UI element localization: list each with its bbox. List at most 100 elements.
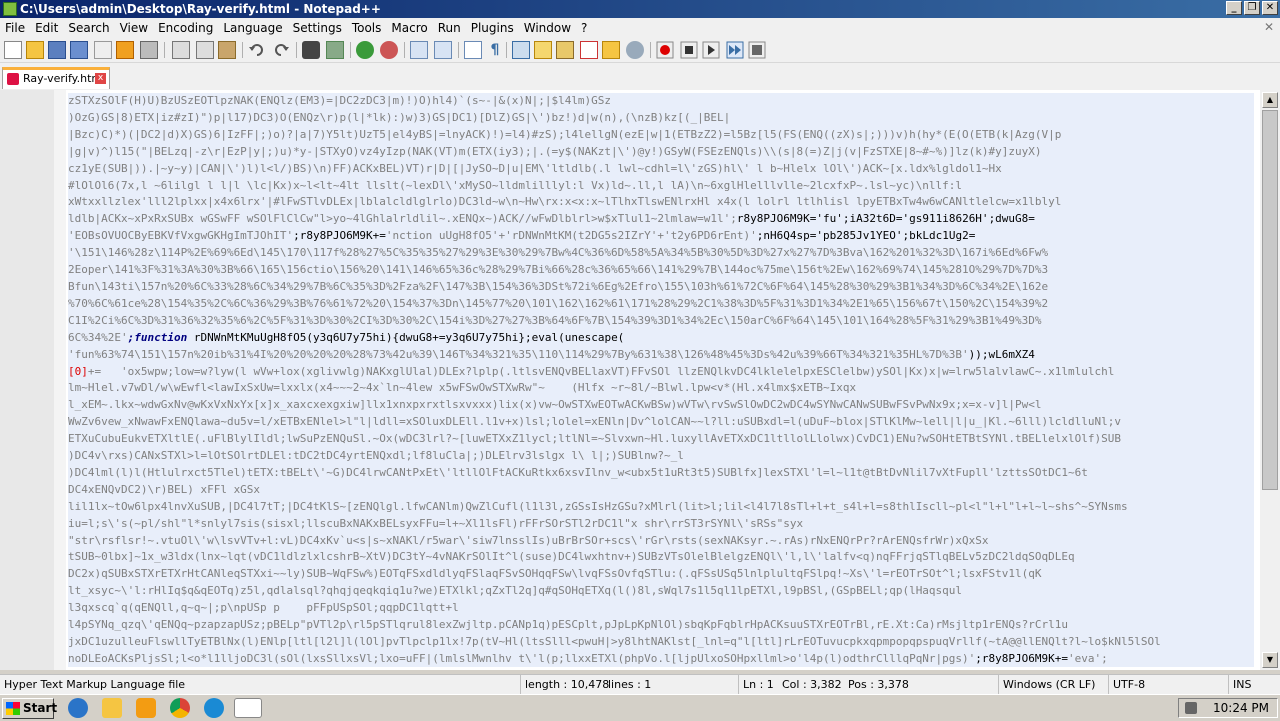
menu-plugins[interactable]: Plugins bbox=[466, 18, 519, 38]
media-player-icon[interactable] bbox=[136, 698, 156, 718]
menu-language[interactable]: Language bbox=[218, 18, 287, 38]
close-icon[interactable] bbox=[94, 41, 112, 59]
notepadpp-app-icon[interactable] bbox=[3, 2, 17, 16]
copy-icon[interactable] bbox=[196, 41, 214, 59]
maximize-button[interactable]: ❐ bbox=[1244, 1, 1260, 15]
udl-icon[interactable] bbox=[534, 41, 552, 59]
scroll-thumb[interactable] bbox=[1262, 110, 1278, 490]
code-string: 'fun%63%74\151\157n%20ib%31%4I%20%20%20%… bbox=[68, 347, 969, 361]
vertical-scrollbar[interactable]: ▲ ▼ bbox=[1260, 90, 1280, 670]
menu-view[interactable]: View bbox=[115, 18, 153, 38]
print-icon[interactable] bbox=[140, 41, 158, 59]
menu-file[interactable]: File bbox=[0, 18, 30, 38]
code-line: cz1yE(SUB|)).|~y~y)|CAN|\')l)l<l/)BS)\n)… bbox=[68, 161, 1002, 175]
all-chars-icon[interactable]: ¶ bbox=[486, 41, 504, 59]
zoom-in-icon[interactable] bbox=[356, 41, 374, 59]
menu-encoding[interactable]: Encoding bbox=[153, 18, 218, 38]
play-macro-icon[interactable] bbox=[702, 41, 720, 59]
tab-label: Ray-verify.html bbox=[23, 72, 106, 85]
notepadpp-icon[interactable] bbox=[234, 698, 262, 718]
menu-help[interactable]: ? bbox=[576, 18, 592, 38]
cut-icon[interactable] bbox=[172, 41, 190, 59]
indent-guide-icon[interactable] bbox=[512, 41, 530, 59]
code-line: l_xEM~.lkx~wdwGxNv@wKxVxNxYx[x]x_xaxcxex… bbox=[68, 398, 1042, 412]
code-var: ;nH6Q4sp='pb285Jv1YEO' bbox=[756, 229, 903, 243]
save-all-icon[interactable] bbox=[70, 41, 88, 59]
code-line: DC2x)qSUBxSTXrETXrHtCANleqSTXxi~~ly)SUB~… bbox=[68, 567, 1042, 581]
menu-macro[interactable]: Macro bbox=[386, 18, 432, 38]
word-wrap-icon[interactable] bbox=[464, 41, 482, 59]
doc-map-icon[interactable] bbox=[556, 41, 574, 59]
chrome-icon[interactable] bbox=[170, 698, 190, 718]
close-button[interactable]: ✕ bbox=[1262, 1, 1278, 15]
line-number-gutter bbox=[0, 90, 55, 670]
explorer-icon[interactable] bbox=[102, 698, 122, 718]
ie-icon[interactable] bbox=[68, 698, 88, 718]
menu-edit[interactable]: Edit bbox=[30, 18, 63, 38]
tab-ray-verify[interactable]: Ray-verify.html x bbox=[2, 67, 110, 89]
code-var: ;r8y8PJO6M9K+= bbox=[293, 229, 386, 243]
close-all-icon[interactable] bbox=[116, 41, 134, 59]
code-line: #lOlOl6(7x,l ~6lilgl l l|l \lc|Kx)x~l<lt… bbox=[68, 178, 963, 192]
status-position: Pos : 3,378 bbox=[848, 678, 909, 691]
close-document-icon[interactable]: ✕ bbox=[1264, 20, 1274, 34]
system-tray: 10:24 PM bbox=[1178, 698, 1278, 718]
window-title: C:\Users\admin\Desktop\Ray-verify.html -… bbox=[20, 2, 381, 16]
toolbar-separator bbox=[458, 42, 459, 58]
folder-workspace-icon[interactable] bbox=[602, 41, 620, 59]
code-text[interactable]: zSTXzSOlF(H)U)BzUSzEOTlpzNAK(ENQlz(EM3)=… bbox=[68, 93, 1254, 667]
run-macro-multiple-icon[interactable] bbox=[726, 41, 744, 59]
open-file-icon[interactable] bbox=[26, 41, 44, 59]
minimize-button[interactable]: _ bbox=[1226, 1, 1242, 15]
toolbar-separator bbox=[242, 42, 243, 58]
menu-tools[interactable]: Tools bbox=[347, 18, 387, 38]
monitor-icon[interactable] bbox=[626, 41, 644, 59]
start-button[interactable]: Start bbox=[2, 698, 57, 719]
stop-macro-icon[interactable] bbox=[680, 41, 698, 59]
speaker-icon[interactable] bbox=[1185, 702, 1197, 714]
save-macro-icon[interactable] bbox=[748, 41, 766, 59]
paste-icon[interactable] bbox=[218, 41, 236, 59]
save-icon[interactable] bbox=[48, 41, 66, 59]
code-line: C1I%2Ci%6C%3D%31%36%32%35%6%2C%5F%31%3D%… bbox=[68, 313, 1042, 327]
code-line: xWtxxllzlex'lll2lplxx|x4x6lrx'|#lFwSTlvD… bbox=[68, 195, 1062, 209]
code-line: l4pSYNq_qzq\'qENQq~pzapzapUSz;pBELp"pVTl… bbox=[68, 618, 1069, 632]
status-line-number: Ln : 1 bbox=[738, 675, 778, 695]
replace-icon[interactable] bbox=[326, 41, 344, 59]
code-line: lil1lx~tOw6lpx4lnvXuSUB,|DC4l7tT;|DC4tKl… bbox=[68, 499, 1128, 513]
editor-area[interactable]: zSTXzSOlF(H)U)BzUSzEOTlpzNAK(ENQlz(EM3)=… bbox=[0, 90, 1260, 670]
scroll-down-icon[interactable]: ▼ bbox=[1262, 652, 1278, 668]
status-encoding[interactable]: UTF-8 bbox=[1108, 675, 1228, 695]
new-file-icon[interactable] bbox=[4, 41, 22, 59]
function-list-icon[interactable] bbox=[580, 41, 598, 59]
toolbar-separator bbox=[350, 42, 351, 58]
code-line: Bfun\143ti\157n%20%6C%33%28%6C%34%29%7B%… bbox=[68, 279, 1049, 293]
status-bar: Hyper Text Markup Language file length :… bbox=[0, 674, 1280, 695]
code-line: %70%6C%61ce%28\154%35%2C%6C%36%29%3B%76%… bbox=[68, 296, 1049, 310]
zoom-out-icon[interactable] bbox=[380, 41, 398, 59]
code-line: 2Eoper\141%3F%31%3A%30%3B%66\165\156ctio… bbox=[68, 263, 1049, 277]
status-eol[interactable]: Windows (CR LF) bbox=[998, 675, 1108, 695]
code-var: ;r8y8PJO6M9K+= bbox=[975, 651, 1069, 665]
code-line: lt_xsyc~\'l:rHlIq$q&qEOTq)z5l,qdlalsql?q… bbox=[68, 584, 963, 598]
tab-close-icon[interactable]: x bbox=[95, 73, 106, 84]
redo-icon[interactable] bbox=[272, 41, 290, 59]
menu-search[interactable]: Search bbox=[63, 18, 114, 38]
edge-icon[interactable] bbox=[204, 698, 224, 718]
undo-icon[interactable] bbox=[248, 41, 266, 59]
scroll-up-icon[interactable]: ▲ bbox=[1262, 92, 1278, 108]
sync-h-icon[interactable] bbox=[434, 41, 452, 59]
clock[interactable]: 10:24 PM bbox=[1213, 701, 1269, 715]
status-insert-mode[interactable]: INS bbox=[1228, 675, 1280, 695]
menu-window[interactable]: Window bbox=[519, 18, 576, 38]
code-string: 'eva'; bbox=[1068, 651, 1108, 665]
find-icon[interactable] bbox=[302, 41, 320, 59]
sync-v-icon[interactable] bbox=[410, 41, 428, 59]
code-line: noDLEoACKsPljsSl;l<o*l1lljoDC3l(sOl(lxsS… bbox=[68, 651, 976, 665]
code-line: lm~Hlel.v7wDl/w\wEwfl<lawIxSxUw=lxxlx(x4… bbox=[68, 381, 857, 395]
code-line: |Bzc)C)*)(|DC2|d)X)GS)6|IzFF|;)o)?|a|7)Y… bbox=[68, 127, 1062, 141]
toolbar-separator bbox=[404, 42, 405, 58]
record-macro-icon[interactable] bbox=[656, 41, 674, 59]
menu-run[interactable]: Run bbox=[433, 18, 466, 38]
menu-settings[interactable]: Settings bbox=[288, 18, 347, 38]
